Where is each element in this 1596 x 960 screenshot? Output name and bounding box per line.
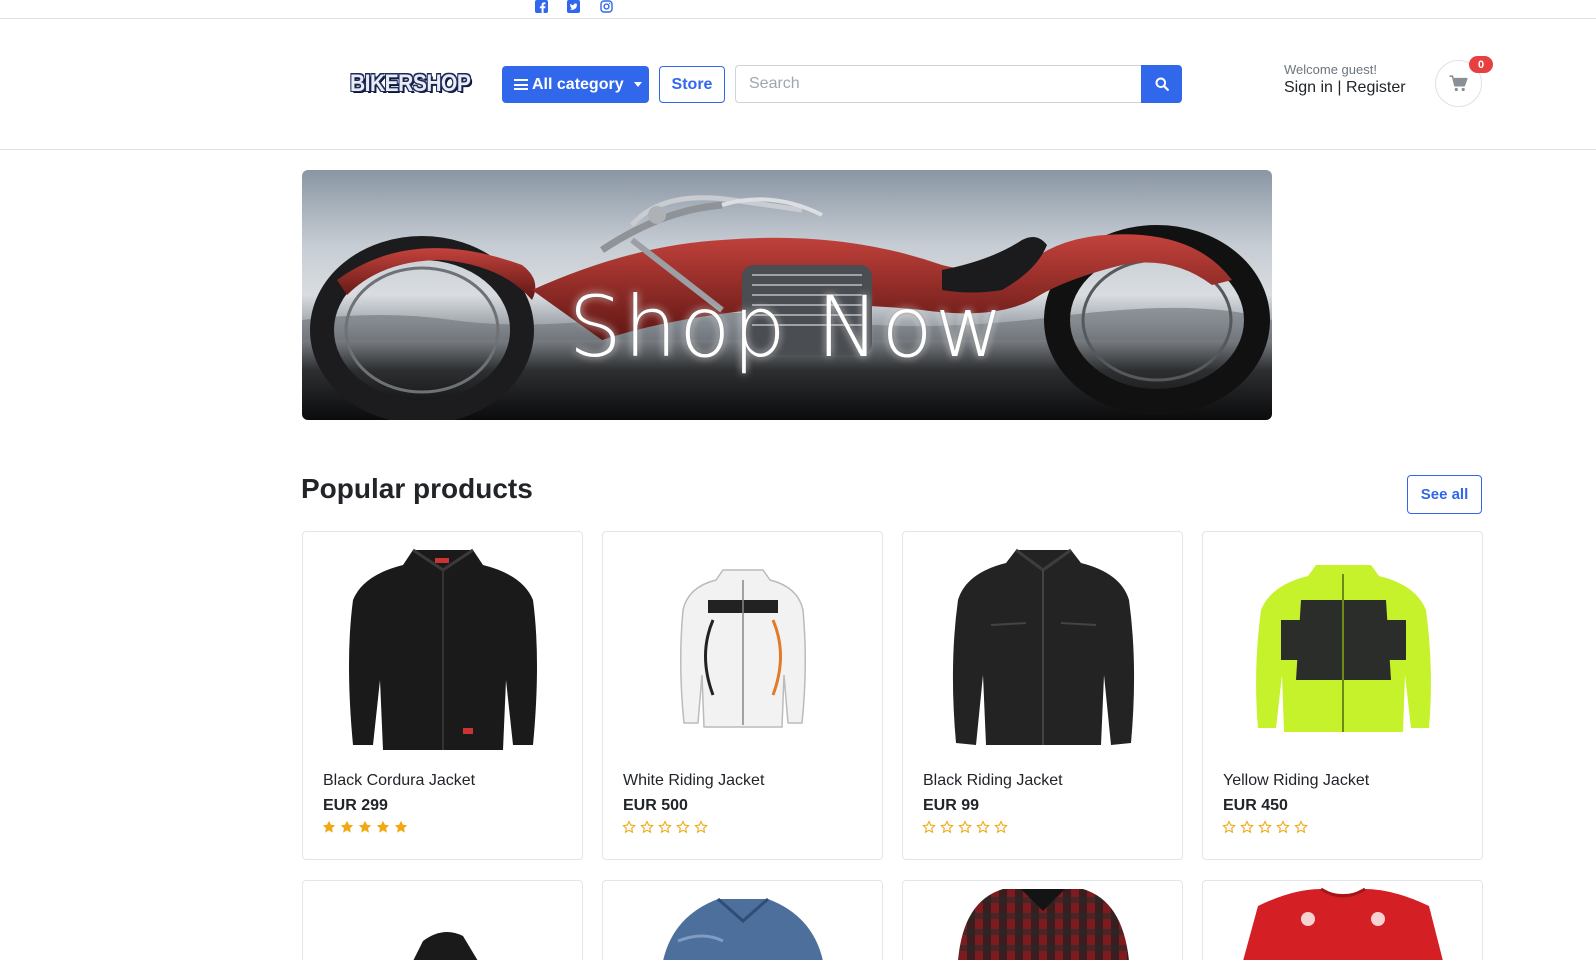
star-empty-icon (994, 820, 1008, 834)
sign-in-link[interactable]: Sign in (1284, 79, 1333, 96)
product-rating (322, 820, 408, 834)
black-riding-jacket-icon (952, 548, 1134, 745)
product-image[interactable] (623, 535, 863, 760)
product-card[interactable]: Yellow Riding Jacket EUR 450 (1202, 531, 1483, 860)
product-card[interactable]: White Riding Jacket EUR 500 (602, 531, 883, 860)
red-tshirt-icon (1243, 887, 1443, 960)
product-price: EUR 99 (923, 797, 980, 814)
yellow-riding-jacket-icon (1255, 565, 1431, 732)
product-name[interactable]: Yellow Riding Jacket (1223, 772, 1369, 790)
star-empty-icon (622, 820, 636, 834)
chevron-down-icon (633, 82, 642, 87)
product-rating (922, 820, 1008, 834)
facebook-icon[interactable] (535, 0, 549, 13)
product-card[interactable] (302, 880, 583, 960)
product-price: EUR 450 (1223, 797, 1288, 814)
product-image[interactable] (323, 535, 563, 760)
logo[interactable]: BIKERSHOP (350, 70, 471, 98)
product-rating (622, 820, 708, 834)
star-empty-icon (658, 820, 672, 834)
welcome-text: Welcome guest! (1284, 62, 1377, 77)
star-empty-icon (1276, 820, 1290, 834)
star-empty-icon (676, 820, 690, 834)
twitter-icon[interactable] (567, 0, 581, 13)
plaid-shirt-icon (958, 889, 1129, 960)
product-price: EUR 299 (323, 797, 388, 814)
star-filled-icon (376, 820, 390, 833)
product-card[interactable]: Black Cordura Jacket EUR 299 (302, 531, 583, 860)
product-image[interactable] (1223, 535, 1463, 760)
product-name[interactable]: White Riding Jacket (623, 772, 764, 790)
black-cordura-jacket-icon (349, 548, 537, 750)
product-card[interactable] (602, 880, 883, 960)
star-empty-icon (958, 820, 972, 834)
denim-jacket-icon (663, 897, 823, 960)
black-jacket-icon (413, 932, 478, 960)
all-category-label: All category (532, 75, 624, 93)
product-rating (1222, 820, 1308, 834)
star-empty-icon (1240, 820, 1254, 834)
star-filled-icon (340, 820, 354, 833)
site-header: BIKERSHOP All category Store Welcome gue… (0, 19, 1596, 150)
star-filled-icon (322, 820, 336, 833)
auth-separator: | (1337, 79, 1342, 96)
product-card[interactable]: Black Riding Jacket EUR 99 (902, 531, 1183, 860)
white-riding-jacket-icon (679, 569, 807, 728)
product-card[interactable] (902, 880, 1183, 960)
search-button[interactable] (1141, 65, 1182, 103)
register-link[interactable]: Register (1346, 79, 1406, 96)
social-bar (0, 0, 1596, 19)
star-empty-icon (1222, 820, 1236, 834)
product-name[interactable]: Black Riding Jacket (923, 772, 1063, 790)
star-empty-icon (940, 820, 954, 834)
auth-links: Sign in | Register (1284, 79, 1406, 97)
star-empty-icon (976, 820, 990, 834)
star-empty-icon (640, 820, 654, 834)
product-price: EUR 500 (623, 797, 688, 814)
hero-banner[interactable]: Shop Now (302, 170, 1272, 420)
menu-icon (514, 79, 528, 90)
product-card[interactable] (1202, 880, 1483, 960)
cart-count-badge: 0 (1469, 56, 1493, 73)
instagram-icon[interactable] (600, 0, 614, 13)
star-empty-icon (1258, 820, 1272, 834)
search-icon (1155, 77, 1169, 91)
store-button[interactable]: Store (659, 66, 725, 103)
star-filled-icon (358, 820, 372, 833)
all-category-dropdown[interactable]: All category (502, 66, 649, 103)
shopping-cart-icon (1449, 75, 1468, 92)
star-empty-icon (694, 820, 708, 834)
section-title: Popular products (301, 473, 533, 504)
product-name[interactable]: Black Cordura Jacket (323, 772, 475, 790)
search-input[interactable] (735, 65, 1142, 103)
star-filled-icon (394, 820, 408, 833)
star-empty-icon (922, 820, 936, 834)
see-all-button[interactable]: See all (1407, 475, 1482, 514)
star-empty-icon (1294, 820, 1308, 834)
shop-now-banner-text: Shop Now (568, 278, 1006, 376)
product-image[interactable] (923, 535, 1163, 760)
